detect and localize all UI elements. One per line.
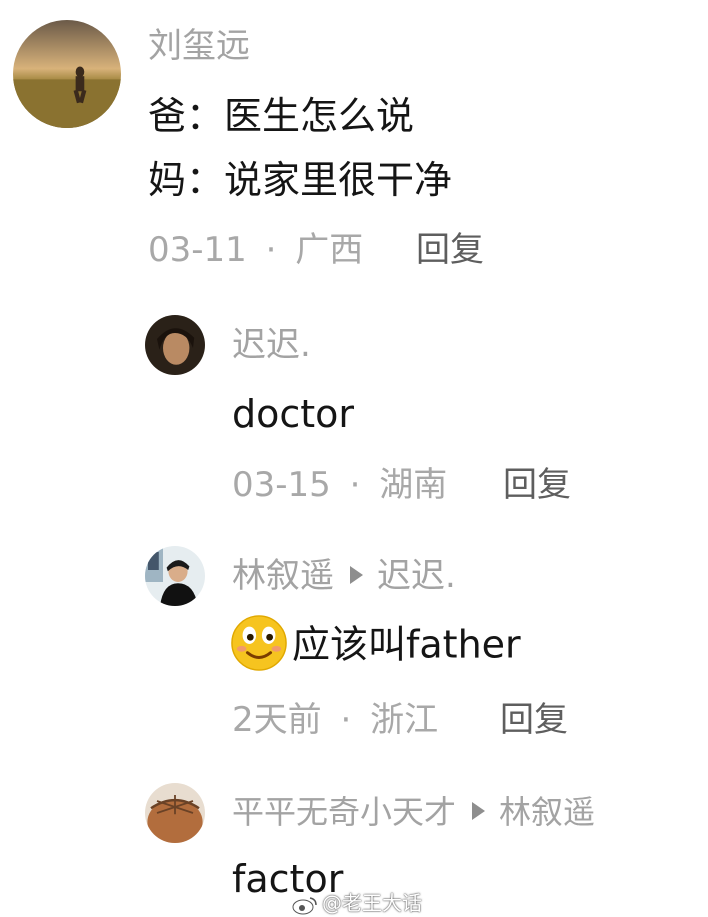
- avatar-pingpingwuqi[interactable]: [145, 783, 205, 843]
- comment-text: doctor: [232, 392, 355, 436]
- basket-photo-icon: [145, 783, 205, 843]
- comment-author[interactable]: 林叙遥: [232, 556, 334, 596]
- comment-location: 湖南: [379, 465, 448, 505]
- comment-location: 广西: [295, 230, 364, 270]
- meta-separator: ·: [265, 230, 277, 270]
- comment-date: 03-15: [232, 465, 331, 505]
- person-desk-photo-icon: [145, 546, 205, 606]
- comment-text-row: 应该叫father: [230, 615, 521, 676]
- reply-arrow-icon: [472, 802, 486, 820]
- reply-button[interactable]: 回复: [416, 230, 484, 270]
- comment-author[interactable]: 迟迟.: [232, 325, 311, 365]
- comment-meta: 2天前 · 浙江: [232, 700, 438, 740]
- comment-meta: 03-15 · 湖南: [232, 465, 447, 505]
- comment-author-line: 平平无奇小天才 林叙遥: [232, 792, 595, 832]
- watermark-text: @老王大话: [322, 891, 422, 915]
- meta-separator: ·: [340, 700, 352, 740]
- comment-text: 应该叫father: [292, 622, 521, 667]
- reply-to-author[interactable]: 林叙遥: [499, 793, 595, 831]
- comment-text-line: 妈：说家里很干净: [148, 158, 453, 202]
- watermark: @老王大话: [292, 887, 422, 916]
- avatar-linxuyao[interactable]: [145, 546, 205, 606]
- weibo-logo-icon: [292, 896, 317, 914]
- reply-button[interactable]: 回复: [500, 700, 568, 740]
- avatar-liuxiyuan[interactable]: [13, 20, 121, 128]
- avatar-chichi[interactable]: [145, 315, 205, 375]
- comment-date: 2天前: [232, 700, 322, 740]
- reply-button[interactable]: 回复: [503, 465, 571, 505]
- comment-text-line: 爸：医生怎么说: [148, 94, 415, 138]
- reply-arrow-icon: [350, 565, 363, 584]
- field-runner-photo-icon: [13, 20, 121, 128]
- comment-date: 03-11: [148, 230, 247, 270]
- comment-author[interactable]: 平平无奇小天才: [232, 793, 456, 831]
- comment-location: 浙江: [370, 700, 439, 740]
- smiley-emoji-icon: [231, 615, 287, 671]
- reply-to-author[interactable]: 迟迟.: [377, 556, 456, 596]
- comment-author[interactable]: 刘玺远: [148, 26, 250, 66]
- meta-separator: ·: [349, 465, 361, 505]
- comment-meta: 03-11 · 广西: [148, 230, 363, 270]
- dark-portrait-photo-icon: [145, 315, 205, 375]
- comment-author-line: 林叙遥 迟迟.: [232, 556, 456, 596]
